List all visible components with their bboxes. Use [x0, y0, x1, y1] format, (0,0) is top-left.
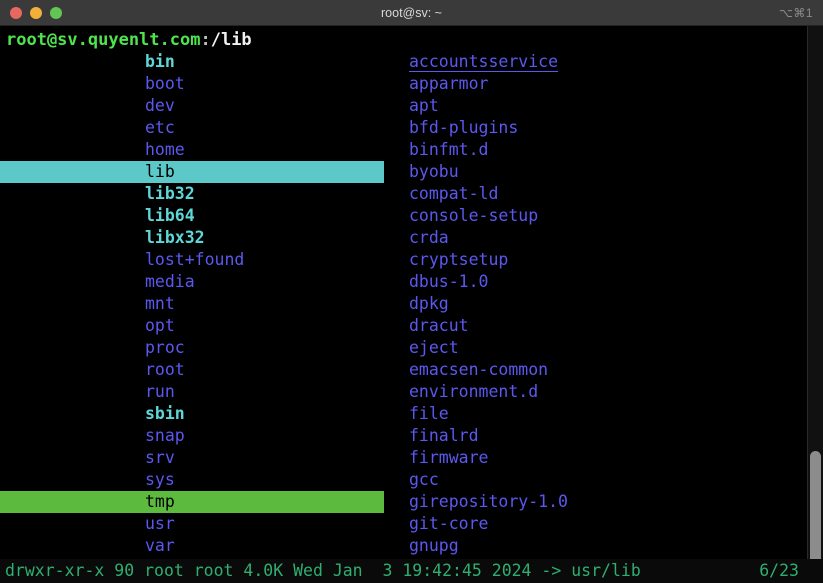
list-item[interactable]: finalrd	[400, 425, 795, 447]
prompt-path: /lib	[211, 30, 252, 50]
list-item[interactable]: media	[0, 271, 400, 293]
parent-directory-column[interactable]: binbootdevetchomeliblib32lib64libx32lost…	[0, 51, 400, 557]
status-bar: drwxr-xr-x 90 root root 4.0K Wed Jan 3 1…	[0, 559, 823, 583]
selection-counter: 6/23	[759, 559, 799, 583]
list-item[interactable]: run	[0, 381, 400, 403]
list-item[interactable]: home	[0, 139, 400, 161]
list-item[interactable]: dev	[0, 95, 400, 117]
list-item[interactable]: compat-ld	[400, 183, 795, 205]
shell-prompt-line: root@sv.quyenlt.com:/lib	[6, 29, 252, 51]
window-title: root@sv: ~	[0, 0, 823, 26]
window-controls	[10, 0, 62, 26]
minimize-button[interactable]	[30, 7, 42, 19]
prompt-user-host: root@sv.quyenlt.com	[6, 30, 200, 50]
list-item[interactable]: lib32	[0, 183, 400, 205]
list-item[interactable]: proc	[0, 337, 400, 359]
list-item[interactable]: snap	[0, 425, 400, 447]
list-item[interactable]: girepository-1.0	[400, 491, 795, 513]
list-item[interactable]: srv	[0, 447, 400, 469]
list-item[interactable]: boot	[0, 73, 400, 95]
list-item[interactable]: lost+found	[0, 249, 400, 271]
list-item[interactable]: libx32	[0, 227, 400, 249]
list-item[interactable]: byobu	[400, 161, 795, 183]
list-item[interactable]: var	[0, 535, 400, 557]
list-item[interactable]: sys	[0, 469, 400, 491]
list-item[interactable]: lib	[0, 161, 384, 183]
list-item[interactable]: etc	[0, 117, 400, 139]
list-item[interactable]: binfmt.d	[400, 139, 795, 161]
list-item[interactable]: file	[400, 403, 795, 425]
keyboard-shortcut-indicator: ⌥⌘1	[779, 0, 813, 26]
terminal-content[interactable]: root@sv.quyenlt.com:/lib binbootdevetcho…	[0, 26, 823, 583]
list-item[interactable]: gcc	[400, 469, 795, 491]
list-item[interactable]: dbus-1.0	[400, 271, 795, 293]
list-item[interactable]: crda	[400, 227, 795, 249]
list-item[interactable]: emacsen-common	[400, 359, 795, 381]
list-item[interactable]: lib64	[0, 205, 400, 227]
list-item[interactable]: environment.d	[400, 381, 795, 403]
list-item[interactable]: apparmor	[400, 73, 795, 95]
close-button[interactable]	[10, 7, 22, 19]
list-item[interactable]: apt	[400, 95, 795, 117]
list-item[interactable]: dpkg	[400, 293, 795, 315]
list-item[interactable]: eject	[400, 337, 795, 359]
list-item[interactable]: tmp	[0, 491, 384, 513]
list-item[interactable]: usr	[0, 513, 400, 535]
list-item[interactable]: console-setup	[400, 205, 795, 227]
list-item[interactable]: cryptsetup	[400, 249, 795, 271]
zoom-button[interactable]	[50, 7, 62, 19]
list-item[interactable]: gnupg	[400, 535, 795, 557]
current-directory-column[interactable]: accountsserviceapparmoraptbfd-pluginsbin…	[400, 51, 795, 557]
list-item[interactable]: bin	[0, 51, 400, 73]
scrollbar-track[interactable]	[807, 26, 823, 583]
list-item[interactable]: firmware	[400, 447, 795, 469]
list-item[interactable]: accountsservice	[400, 51, 789, 73]
list-item[interactable]: opt	[0, 315, 400, 337]
list-item[interactable]: sbin	[0, 403, 400, 425]
terminal-window: root@sv: ~ ⌥⌘1 root@sv.quyenlt.com:/lib …	[0, 0, 823, 583]
file-details-text: drwxr-xr-x 90 root root 4.0K Wed Jan 3 1…	[5, 559, 641, 583]
list-item[interactable]: mnt	[0, 293, 400, 315]
prompt-separator: :	[200, 30, 210, 50]
window-titlebar: root@sv: ~ ⌥⌘1	[0, 0, 823, 26]
list-item[interactable]: dracut	[400, 315, 795, 337]
list-item[interactable]: root	[0, 359, 400, 381]
list-item[interactable]: bfd-plugins	[400, 117, 795, 139]
list-item[interactable]: git-core	[400, 513, 795, 535]
